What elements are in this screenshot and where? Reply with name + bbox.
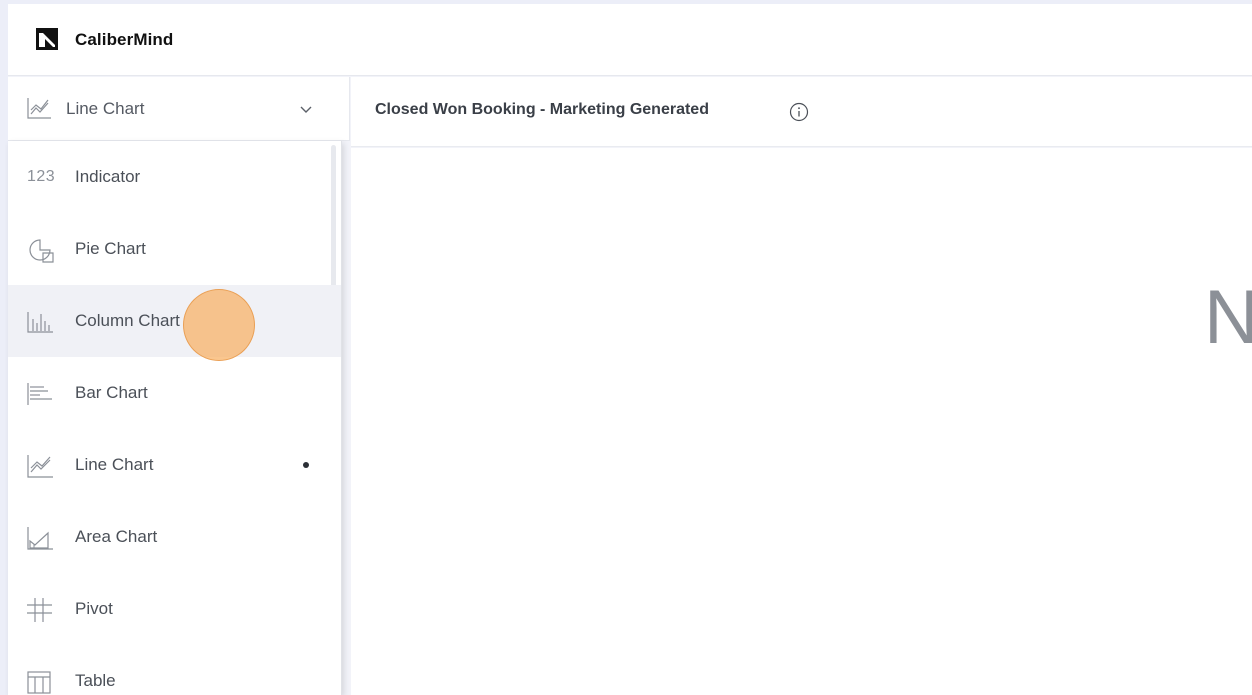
pivot-icon <box>27 598 52 622</box>
menu-item-area-chart[interactable]: Area Chart <box>8 501 341 573</box>
menu-item-label: Line Chart <box>75 455 154 474</box>
brand-name: CaliberMind <box>75 30 174 49</box>
indicator-icon: 123 <box>27 168 56 185</box>
chart-type-selector-label: Line Chart <box>66 99 145 118</box>
menu-item-label: Table <box>75 671 116 690</box>
table-icon <box>27 671 51 694</box>
app-window: CaliberMind Line Chart Closed Won Bookin… <box>0 0 1252 695</box>
pie-chart-icon <box>29 239 54 263</box>
widget-title: Closed Won Booking - Marketing Generated <box>375 101 709 118</box>
widget-preview-area: N <box>351 148 1252 695</box>
menu-item-label: Pie Chart <box>75 239 146 258</box>
menu-item-column-chart[interactable]: Column Chart <box>8 285 341 357</box>
column-chart-icon <box>27 312 53 333</box>
menu-item-label: Bar Chart <box>75 383 148 402</box>
menu-item-label: Pivot <box>75 599 113 618</box>
menu-item-label: Column Chart <box>75 311 180 330</box>
widget-header: Closed Won Booking - Marketing Generated <box>351 77 1252 147</box>
area-chart-icon <box>27 527 53 550</box>
preview-text: N <box>1204 275 1252 360</box>
menu-item-pie-chart[interactable]: Pie Chart <box>8 213 341 285</box>
selected-indicator-dot <box>303 462 309 468</box>
brand-bar: CaliberMind <box>8 4 1252 76</box>
chart-type-menu: 123 Indicator Pie Chart Column Chart Bar… <box>8 141 342 695</box>
menu-item-pivot[interactable]: Pivot <box>8 573 341 645</box>
bar-chart-icon <box>27 383 52 405</box>
calibermind-logo-icon[interactable] <box>36 28 58 50</box>
menu-item-label: Indicator <box>75 167 141 186</box>
menu-item-line-chart[interactable]: Line Chart <box>8 429 341 501</box>
line-chart-icon <box>27 455 53 478</box>
menu-item-label: Area Chart <box>75 527 158 546</box>
frame-edge-left <box>0 0 8 695</box>
line-chart-icon <box>27 98 51 119</box>
chart-type-selector[interactable]: Line Chart <box>8 77 350 141</box>
menu-item-table[interactable]: Table <box>8 645 341 695</box>
click-indicator <box>183 289 255 361</box>
info-icon[interactable] <box>789 102 809 122</box>
menu-item-bar-chart[interactable]: Bar Chart <box>8 357 341 429</box>
menu-item-indicator[interactable]: 123 Indicator <box>8 141 341 213</box>
chevron-down-icon <box>300 106 312 113</box>
